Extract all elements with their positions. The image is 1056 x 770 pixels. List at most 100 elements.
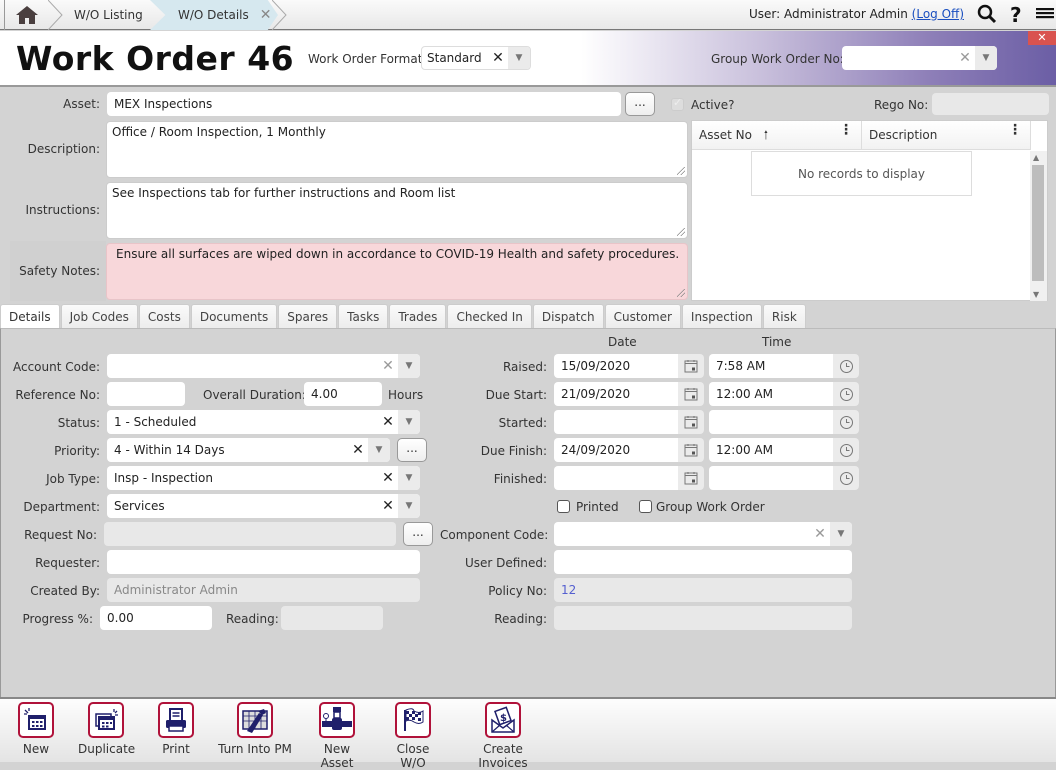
tab-tasks[interactable]: Tasks	[338, 304, 389, 329]
clear-icon[interactable]: ✕	[348, 442, 368, 458]
vertical-scrollbar[interactable]: ▲ ▼	[1030, 151, 1047, 301]
tab-customer[interactable]: Customer	[604, 304, 681, 329]
column-header-asset-no[interactable]: Asset No 🠑 ⋮	[692, 121, 862, 150]
chevron-down-icon[interactable]: ▼	[508, 47, 530, 69]
turn-into-pm-button[interactable]: Turn Into PM	[218, 702, 292, 756]
reference-no-input[interactable]	[107, 382, 185, 406]
scroll-up-icon[interactable]: ▲	[1033, 153, 1039, 162]
description-textarea[interactable]: Office / Room Inspection, 1 Monthly	[106, 121, 688, 178]
column-header-description[interactable]: Description ⋮	[862, 121, 1031, 150]
tab-dispatch[interactable]: Dispatch	[532, 304, 604, 329]
finished-time-input[interactable]	[709, 466, 833, 490]
printed-checkbox[interactable]	[557, 500, 570, 513]
component-code-select[interactable]: ✕ ▼	[554, 522, 852, 546]
create-invoices-button[interactable]: $ Create Invoices	[458, 702, 548, 770]
asset-lookup-button[interactable]: ...	[625, 92, 655, 116]
chevron-down-icon[interactable]: ▼	[975, 46, 997, 70]
column-menu-icon[interactable]: ⋮	[839, 123, 853, 137]
clear-icon[interactable]: ✕	[378, 470, 398, 486]
calendar-icon[interactable]	[678, 382, 704, 406]
due-finish-date-input[interactable]: 24/09/2020	[554, 438, 678, 462]
clear-icon[interactable]: ✕	[378, 498, 398, 514]
calendar-icon[interactable]	[678, 410, 704, 434]
tab-costs[interactable]: Costs	[138, 304, 190, 329]
calendar-icon[interactable]	[678, 354, 704, 378]
search-icon[interactable]	[977, 4, 997, 29]
clock-icon[interactable]	[833, 438, 859, 462]
breadcrumb-wo-listing[interactable]: W/O Listing	[62, 0, 150, 30]
finished-date-input[interactable]	[554, 466, 678, 490]
chevron-down-icon[interactable]: ▼	[398, 466, 420, 490]
chevron-down-icon[interactable]: ▼	[830, 522, 852, 546]
close-wo-button[interactable]: Close W/O	[384, 702, 442, 770]
clock-icon[interactable]	[833, 466, 859, 490]
job-type-select[interactable]: Insp - Inspection ✕ ▼	[107, 466, 420, 490]
hamburger-menu-icon[interactable]	[1036, 5, 1054, 26]
progress-input[interactable]: 0.00	[100, 606, 212, 630]
clear-icon[interactable]: ✕	[378, 414, 398, 430]
due-finish-time-input[interactable]: 12:00 AM	[709, 438, 833, 462]
request-no-input[interactable]	[104, 522, 396, 546]
column-menu-icon[interactable]: ⋮	[1008, 123, 1022, 137]
started-date-input[interactable]	[554, 410, 678, 434]
close-window-button[interactable]: ✕	[1028, 31, 1056, 45]
tab-trades[interactable]: Trades	[389, 304, 447, 329]
resize-handle[interactable]	[677, 167, 685, 175]
tab-inspection[interactable]: Inspection	[681, 304, 762, 329]
asset-input[interactable]: MEX Inspections	[107, 92, 621, 116]
priority-lookup-button[interactable]: ...	[397, 438, 427, 462]
instructions-textarea[interactable]: See Inspections tab for further instruct…	[106, 182, 688, 239]
clock-icon[interactable]	[833, 354, 859, 378]
overall-duration-input[interactable]: 4.00	[304, 382, 382, 406]
work-order-format-select[interactable]: Standard ✕ ▼	[421, 46, 531, 70]
tab-spares[interactable]: Spares	[278, 304, 338, 329]
new-button[interactable]: New	[14, 702, 58, 756]
chevron-down-icon[interactable]: ▼	[398, 494, 420, 518]
clear-icon[interactable]: ✕	[488, 50, 508, 66]
clock-icon[interactable]	[833, 410, 859, 434]
account-code-select[interactable]: ✕ ▼	[107, 354, 420, 378]
reading-input-left[interactable]	[281, 606, 383, 630]
resize-handle[interactable]	[677, 228, 685, 236]
scrollbar-thumb[interactable]	[1032, 165, 1044, 281]
active-checkbox[interactable]: ✓	[671, 96, 684, 111]
clear-icon[interactable]: ✕	[955, 50, 975, 66]
print-button[interactable]: Print	[154, 702, 198, 756]
raised-time-input[interactable]: 7:58 AM	[709, 354, 833, 378]
requester-input[interactable]	[107, 550, 420, 574]
tab-job-codes[interactable]: Job Codes	[60, 304, 138, 329]
safety-notes-textarea[interactable]: Ensure all surfaces are wiped down in ac…	[106, 243, 688, 300]
calendar-icon[interactable]	[678, 438, 704, 462]
request-lookup-button[interactable]: ...	[403, 522, 433, 546]
new-asset-button[interactable]: New Asset	[307, 702, 367, 770]
duplicate-button[interactable]: Duplicate	[78, 702, 135, 756]
tab-checked-in[interactable]: Checked In	[447, 304, 532, 329]
scroll-down-icon[interactable]: ▼	[1033, 290, 1039, 299]
resize-handle[interactable]	[677, 289, 685, 297]
raised-date-input[interactable]: 15/09/2020	[554, 354, 678, 378]
chevron-down-icon[interactable]: ▼	[398, 354, 420, 378]
rego-no-input[interactable]	[932, 93, 1049, 115]
log-off-link[interactable]: (Log Off)	[912, 7, 964, 21]
user-defined-input[interactable]	[554, 550, 852, 574]
close-tab-icon[interactable]: ✕	[260, 7, 272, 23]
clock-icon[interactable]	[833, 382, 859, 406]
chevron-down-icon[interactable]: ▼	[398, 410, 420, 434]
breadcrumb-wo-details[interactable]: W/O Details ✕	[150, 0, 278, 30]
group-work-order-checkbox[interactable]	[639, 500, 652, 513]
clear-icon[interactable]: ✕	[378, 358, 398, 374]
status-select[interactable]: 1 - Scheduled ✕ ▼	[107, 410, 420, 434]
help-icon[interactable]: ?	[1010, 3, 1022, 27]
priority-select[interactable]: 4 - Within 14 Days ✕ ▼	[107, 438, 390, 462]
calendar-icon[interactable]	[678, 466, 704, 490]
due-start-date-input[interactable]: 21/09/2020	[554, 382, 678, 406]
tab-documents[interactable]: Documents	[190, 304, 278, 329]
due-start-time-input[interactable]: 12:00 AM	[709, 382, 833, 406]
group-work-order-select[interactable]: ✕ ▼	[842, 46, 997, 70]
home-button[interactable]	[4, 0, 48, 30]
started-time-input[interactable]	[709, 410, 833, 434]
clear-icon[interactable]: ✕	[810, 526, 830, 542]
chevron-down-icon[interactable]: ▼	[368, 438, 390, 462]
department-select[interactable]: Services ✕ ▼	[107, 494, 420, 518]
reading-input-right[interactable]	[554, 606, 852, 630]
